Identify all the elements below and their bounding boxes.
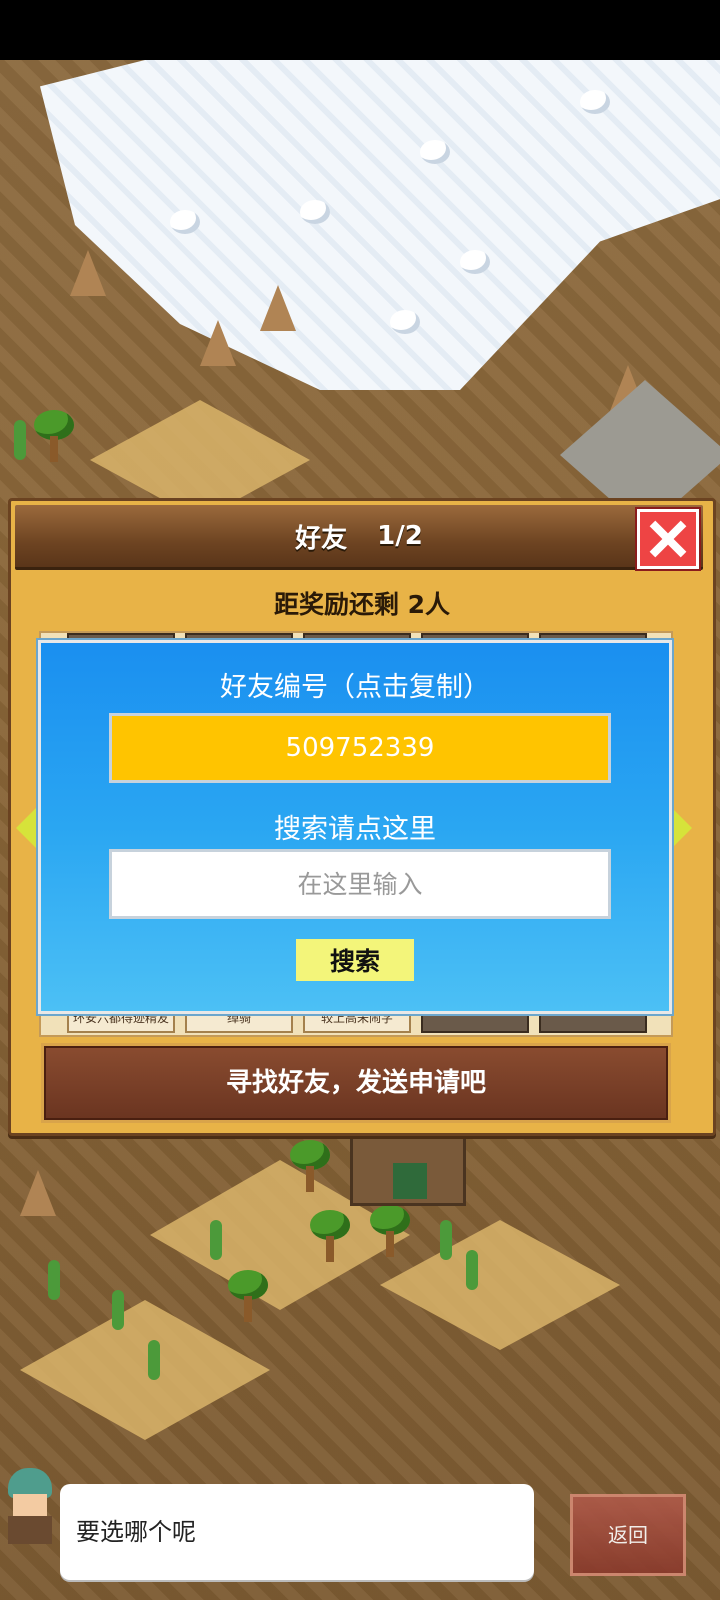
search-button[interactable]: 搜索 [296,939,414,981]
arrow-left-icon[interactable] [16,808,36,848]
cactus [466,1250,478,1290]
friend-id-title: 好友编号（点击复制） [220,672,490,703]
palm-tree [228,1270,268,1322]
friend-id-copy-button[interactable]: 509752339 [109,713,611,783]
speech-bubble: 要选哪个呢 [60,1484,534,1580]
snow-bush [460,250,490,274]
friend-id-dialog: 好友编号（点击复制） 509752339 搜索请点这里 搜索 [38,640,672,1014]
arrow-right-icon[interactable] [672,808,692,848]
status-bar [0,0,720,60]
rock-spire [200,320,236,366]
snow-bush [170,210,200,234]
cactus [48,1260,60,1300]
palm-tree [370,1205,410,1257]
search-title: 搜索请点这里 [274,814,436,845]
advisor-avatar [2,1468,58,1548]
shop-building[interactable] [350,1130,466,1206]
palm-tree [290,1140,330,1192]
snow-field [40,60,720,390]
rock-spire [20,1170,56,1216]
panel-header: 好友 1/2 [15,505,703,570]
speech-text: 要选哪个呢 [76,1518,196,1546]
snow-bush [580,90,610,114]
snow-bush [420,140,450,164]
friend-search-input[interactable] [109,849,611,919]
palm-tree [310,1210,350,1262]
palm-tree [34,410,74,462]
rock-spire [70,250,106,296]
page-indicator: 1/2 [377,521,423,551]
send-request-button[interactable]: 寻找好友，发送申请吧 [41,1043,671,1123]
rock-spire [260,285,296,331]
close-x-icon[interactable] [637,509,699,569]
cactus [14,420,26,460]
cactus [440,1220,452,1260]
panel-title: 好友 [295,523,348,554]
cactus [210,1220,222,1260]
snow-bush [300,200,330,224]
snow-bush [390,310,420,334]
cactus [112,1290,124,1330]
reward-remaining-text: 距奖励还剩 2人 [273,590,451,619]
back-button[interactable]: 返回 [570,1494,686,1576]
sand-patch [380,1220,620,1350]
cactus [148,1340,160,1380]
